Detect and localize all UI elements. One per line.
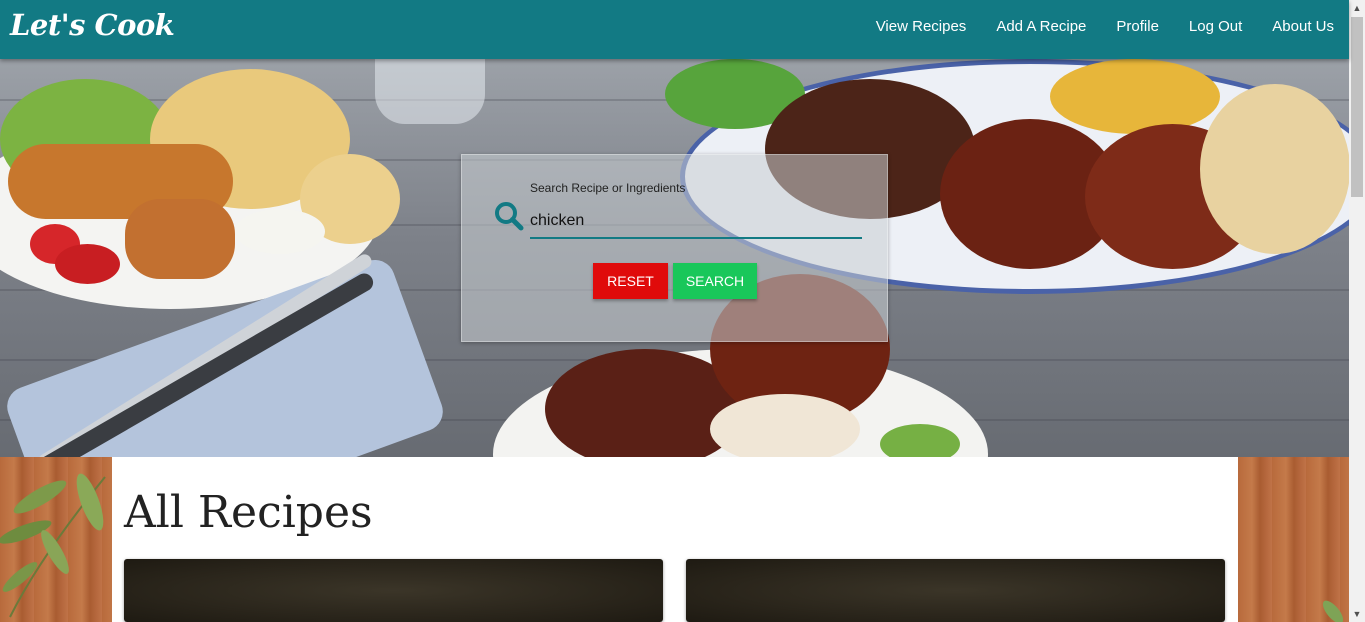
nav-link-view-recipes[interactable]: View Recipes xyxy=(876,18,967,35)
scroll-thumb[interactable] xyxy=(1351,17,1363,197)
nav-link-about-us[interactable]: About Us xyxy=(1272,18,1334,35)
recipe-card[interactable] xyxy=(686,559,1225,622)
nav-link-profile[interactable]: Profile xyxy=(1116,18,1159,35)
main-content: All Recipes xyxy=(112,457,1238,622)
scrollbar[interactable]: ▲ ▼ xyxy=(1349,0,1365,622)
search-label: Search Recipe or Ingredients xyxy=(530,181,686,195)
nav-link-add-recipe[interactable]: Add A Recipe xyxy=(996,18,1086,35)
chevron-down-icon[interactable]: ▼ xyxy=(1349,606,1365,622)
navbar: Let's Cook View Recipes Add A Recipe Pro… xyxy=(0,0,1349,59)
search-panel: Search Recipe or Ingredients RESET SEARC… xyxy=(461,154,888,342)
search-icon xyxy=(495,202,524,231)
search-input[interactable] xyxy=(530,205,862,239)
recipe-card[interactable] xyxy=(124,559,663,622)
nav-link-log-out[interactable]: Log Out xyxy=(1189,18,1242,35)
search-button[interactable]: SEARCH xyxy=(673,263,757,299)
brand-logo[interactable]: Let's Cook xyxy=(10,8,175,42)
reset-button[interactable]: RESET xyxy=(593,263,668,299)
leaf-decoration xyxy=(0,473,106,618)
leaf-decoration xyxy=(1322,600,1344,622)
chevron-up-icon[interactable]: ▲ xyxy=(1349,0,1365,16)
page-title: All Recipes xyxy=(124,487,373,538)
nav-links: View Recipes Add A Recipe Profile Log Ou… xyxy=(876,18,1334,35)
wood-background-right xyxy=(1238,457,1349,622)
wood-background-left xyxy=(0,457,112,622)
